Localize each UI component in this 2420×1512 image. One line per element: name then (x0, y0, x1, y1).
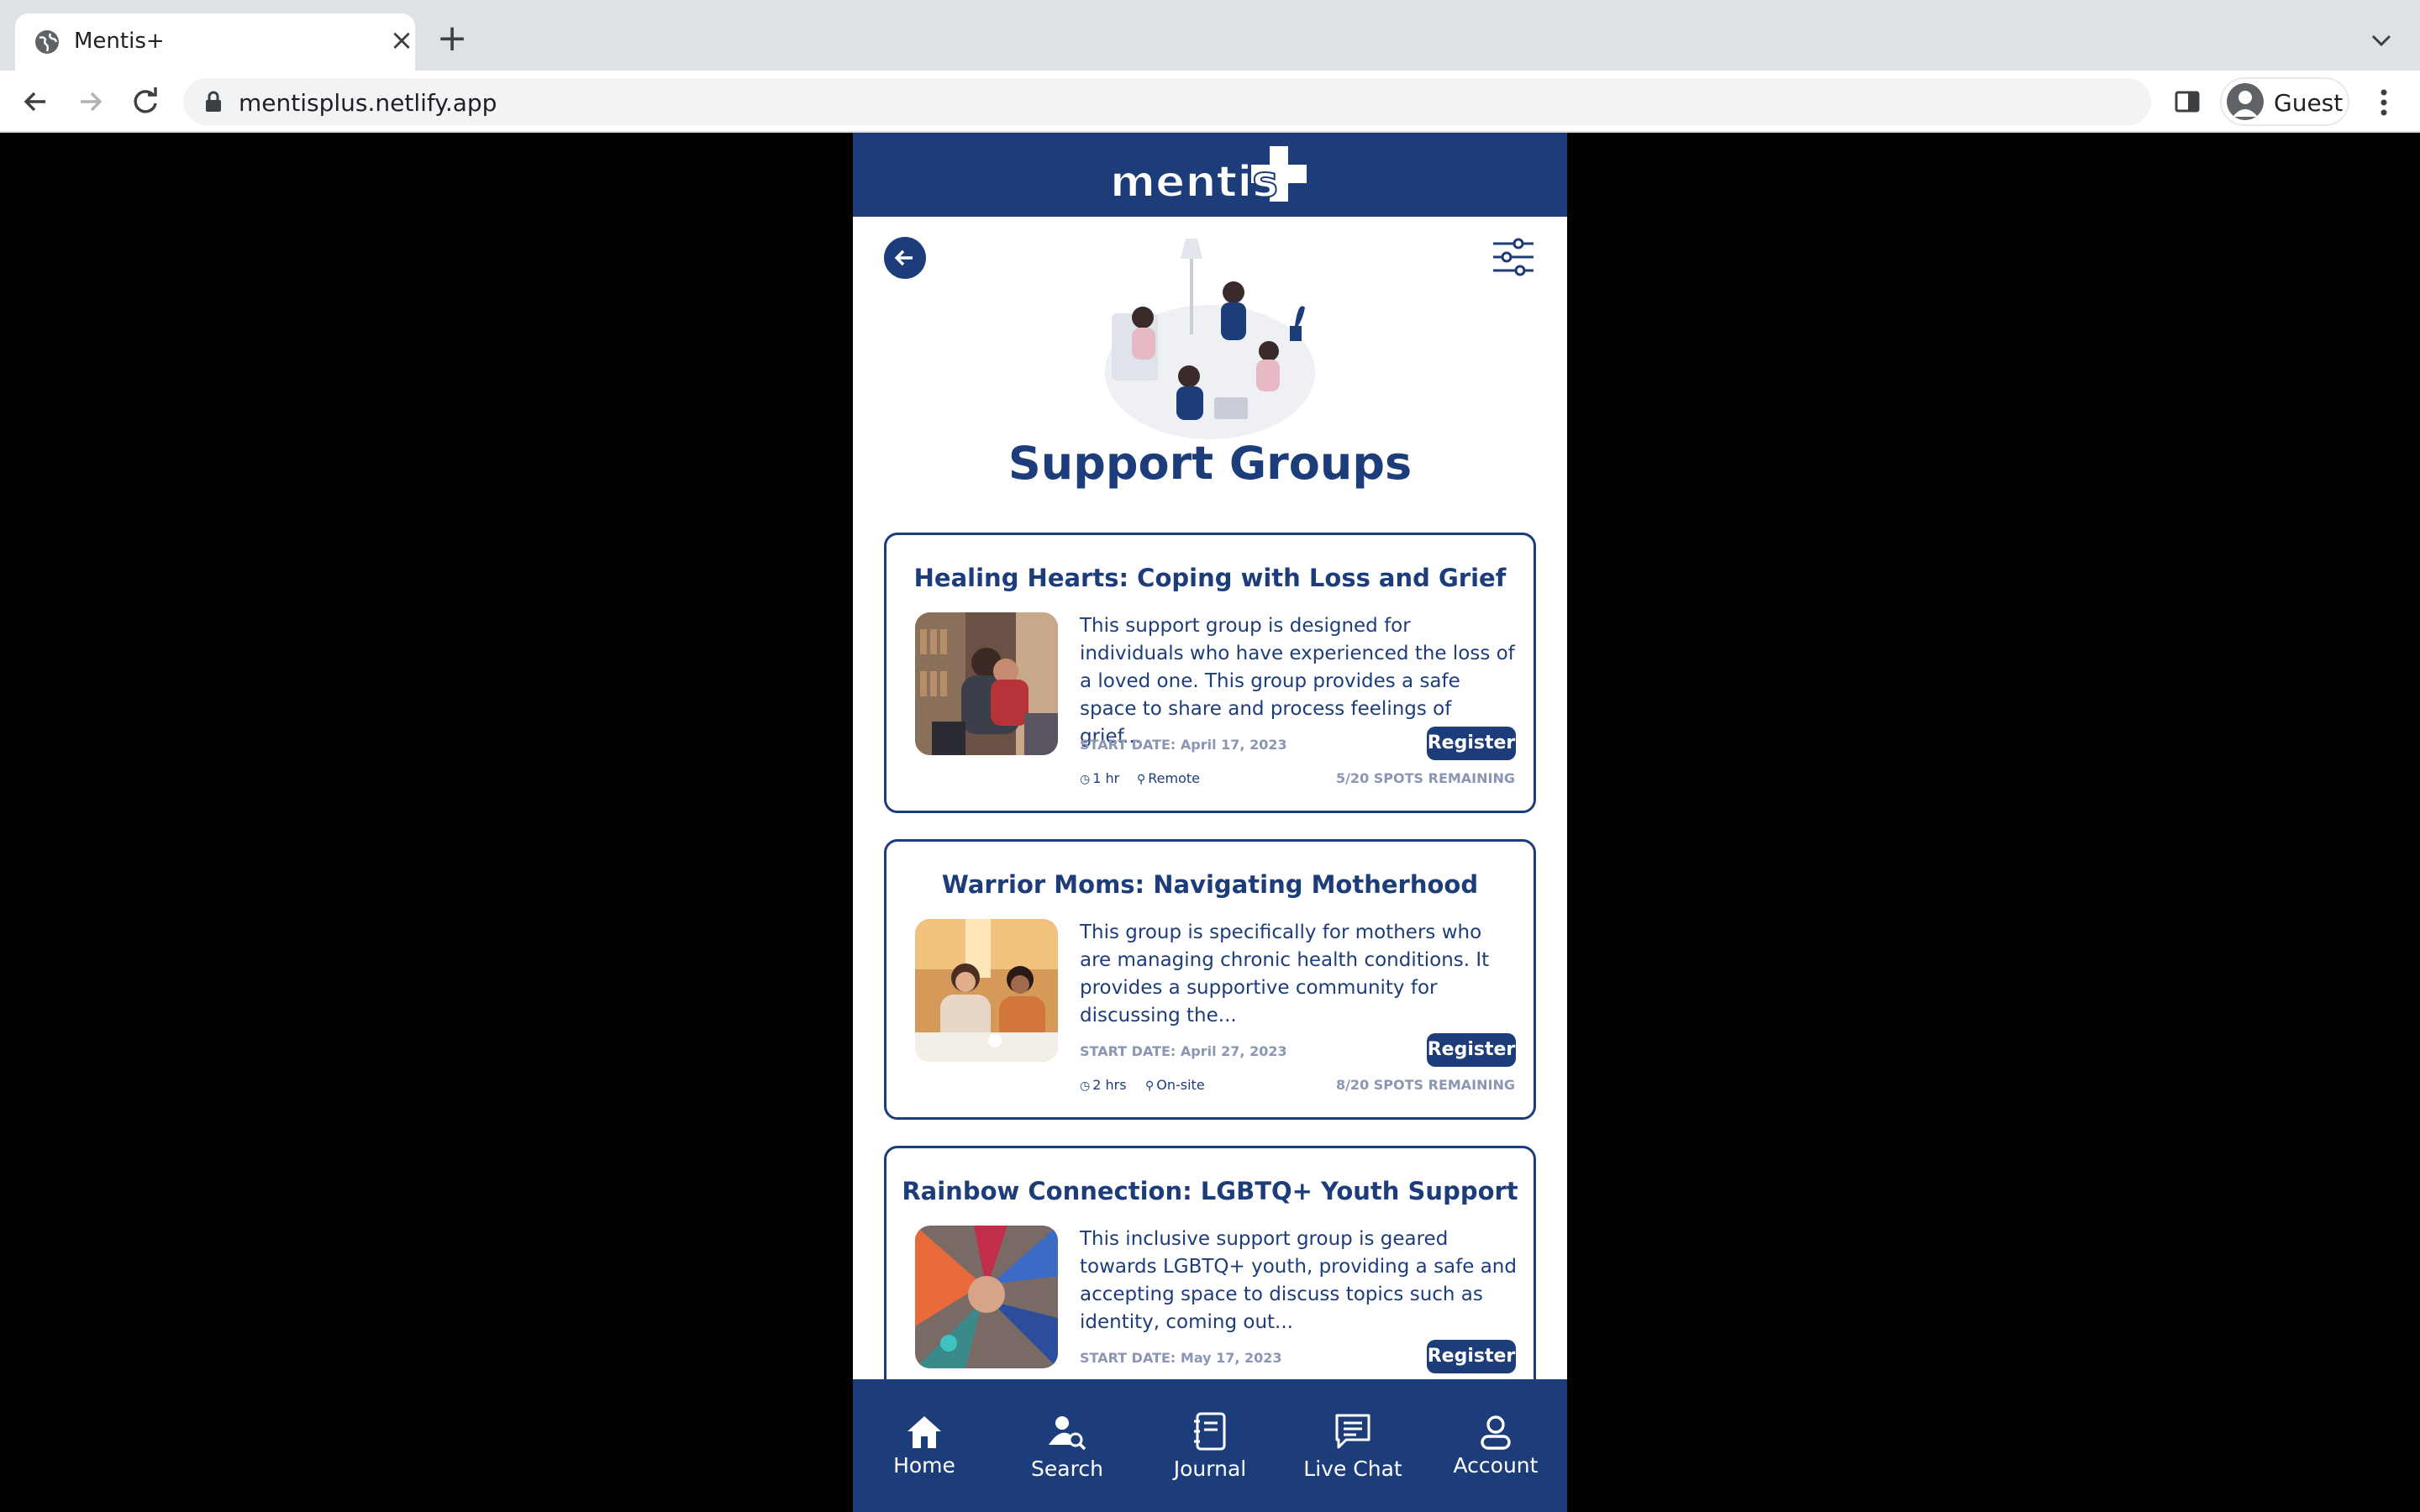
url-text: mentisplus.netlify.app (239, 89, 497, 117)
home-icon (908, 1416, 941, 1448)
spots-remaining: 8/20 SPOTS REMAINING (1335, 1077, 1515, 1093)
duration: ◷ 1 hr (1080, 770, 1119, 786)
location-pin-icon: ⚲ (1145, 1079, 1155, 1093)
chevron-down-icon[interactable] (2366, 25, 2396, 55)
group-title[interactable]: Warrior Moms: Navigating Motherhood (886, 870, 1534, 899)
profile-label: Guest (2274, 89, 2344, 117)
search-person-icon (1049, 1416, 1086, 1451)
back-arrow-icon[interactable] (17, 82, 55, 121)
group-photo (915, 919, 1058, 1062)
forward-arrow-icon[interactable] (71, 82, 109, 121)
new-tab-icon[interactable]: + (435, 20, 469, 57)
location-value: On-site (1156, 1077, 1205, 1093)
group-title[interactable]: Rainbow Connection: LGBTQ+ Youth Support (886, 1177, 1534, 1205)
start-date: START DATE: May 17, 2023 (1080, 1350, 1282, 1366)
location: ⚲ On-site (1145, 1077, 1205, 1093)
nav-item-search[interactable]: Search (996, 1379, 1139, 1512)
browser-tab-strip: Mentis+ × + (0, 0, 2420, 71)
nav-item-journal[interactable]: Journal (1139, 1379, 1281, 1512)
clock-icon: ◷ (1080, 773, 1091, 786)
browser-toolbar: mentisplus.netlify.app Guest (0, 71, 2420, 133)
nav-item-live-chat[interactable]: Live Chat (1281, 1379, 1424, 1512)
avatar-icon (2227, 83, 2264, 120)
journal-icon (1194, 1412, 1226, 1451)
duration-value: 1 hr (1092, 770, 1120, 786)
nav-item-home[interactable]: Home (853, 1379, 996, 1512)
tab-title: Mentis+ (74, 29, 165, 54)
page-title: Support Groups (1007, 437, 1413, 490)
start-date: START DATE: April 27, 2023 (1080, 1043, 1287, 1059)
chat-icon (1335, 1414, 1370, 1449)
nav-label: Live Chat (1303, 1457, 1402, 1481)
nav-item-account[interactable]: Account (1424, 1379, 1567, 1512)
clock-icon: ◷ (1080, 1079, 1091, 1093)
location-pin-icon: ⚲ (1137, 773, 1146, 786)
group-photo (915, 1226, 1058, 1368)
support-group-illustration (1105, 239, 1315, 439)
start-date: START DATE: April 17, 2023 (1080, 737, 1287, 753)
nav-label: Search (1031, 1457, 1103, 1481)
nav-label: Account (1453, 1453, 1539, 1478)
nav-label: Journal (1173, 1457, 1247, 1481)
back-button[interactable] (884, 237, 926, 279)
svg-text:mentis: mentis (1110, 157, 1278, 207)
reload-icon[interactable] (126, 82, 165, 121)
duration-value: 2 hrs (1092, 1077, 1127, 1093)
app-header: mentis (853, 133, 1567, 217)
account-icon (1481, 1415, 1511, 1450)
location-value: Remote (1148, 770, 1200, 786)
group-photo (915, 612, 1058, 755)
duration: ◷ 2 hrs (1080, 1077, 1127, 1093)
spots-remaining: 5/20 SPOTS REMAINING (1335, 770, 1515, 786)
register-button[interactable]: Register (1427, 1340, 1516, 1373)
mentis-logo[interactable]: mentis (1105, 139, 1315, 212)
nav-label: Home (893, 1453, 955, 1478)
group-description: This inclusive support group is geared t… (1080, 1228, 1517, 1333)
support-group-card: Warrior Moms: Navigating Motherhood This… (884, 839, 1536, 1120)
register-button[interactable]: Register (1427, 1033, 1516, 1067)
group-description: This group is specifically for mothers w… (1080, 921, 1490, 1026)
filter-sliders-icon[interactable] (1491, 235, 1535, 279)
register-button[interactable]: Register (1427, 727, 1516, 760)
close-tab-icon[interactable]: × (387, 25, 417, 55)
location: ⚲ Remote (1137, 770, 1200, 786)
more-options-icon[interactable] (2370, 86, 2398, 119)
globe-icon (35, 30, 59, 54)
app-viewport: mentis Support Groups Healing Hearts: Co… (853, 133, 1567, 1512)
bottom-navigation: Home Search Journal Live Chat Account (853, 1379, 1567, 1512)
browser-tab[interactable]: Mentis+ × (15, 13, 415, 71)
group-title[interactable]: Healing Hearts: Coping with Loss and Gri… (886, 564, 1534, 592)
profile-button[interactable]: Guest (2220, 77, 2349, 126)
lock-icon[interactable] (203, 91, 224, 113)
side-panel-icon[interactable] (2173, 87, 2202, 116)
address-bar[interactable]: mentisplus.netlify.app (183, 78, 2151, 125)
support-group-card: Healing Hearts: Coping with Loss and Gri… (884, 533, 1536, 813)
